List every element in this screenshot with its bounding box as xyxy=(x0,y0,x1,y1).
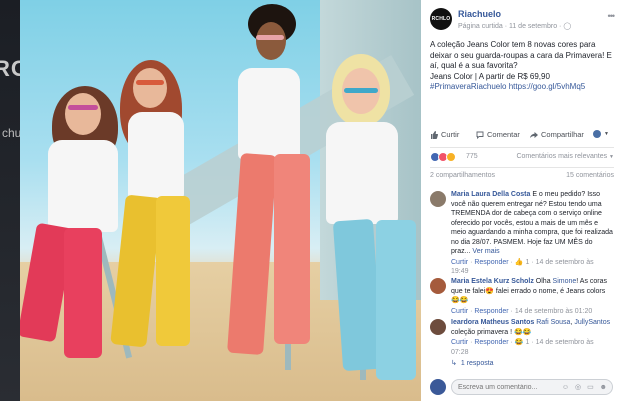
comments-count: 15 comentários xyxy=(566,172,614,179)
page-name-link[interactable]: Riachuelo xyxy=(458,9,501,19)
shares-count-link[interactable]: 2 compartilhamentos xyxy=(430,172,495,179)
comment-like-link[interactable]: Curtir xyxy=(451,308,468,315)
wow-reaction-icon[interactable] xyxy=(446,152,456,162)
comment-text: coleção primavera ! 😂😂 xyxy=(451,328,532,336)
post-meta-text: Página curtida · 11 de setembro · xyxy=(458,23,564,30)
post-actions: Curtir Comentar Compartilhar ▼ xyxy=(430,128,614,144)
post-header: RCHLO Riachuelo Página curtida · 11 de s… xyxy=(430,7,616,33)
see-more-link[interactable]: Ver mais xyxy=(472,248,499,255)
share-icon xyxy=(530,131,538,138)
reaction-count[interactable]: 775 xyxy=(466,153,478,160)
replies-label: 1 resposta xyxy=(460,359,494,367)
photo-scene xyxy=(20,0,421,401)
comments-sort-dropdown[interactable]: Comentários mais relevantes ▼ xyxy=(516,153,614,160)
comment-body: Maria Laura Della Costa E o meu pedido? … xyxy=(451,190,613,277)
url-link[interactable]: https://goo.gl/5vhMq5 xyxy=(509,82,586,91)
comment-text: Olha xyxy=(533,278,553,285)
caret-down-icon: ▼ xyxy=(604,131,609,137)
comment-author[interactable]: Maria Laura Della Costa xyxy=(451,191,530,198)
comment-meta: Curtir · Responder · 😂 1 · 14 de setembr… xyxy=(451,339,594,356)
commenter-avatar[interactable] xyxy=(430,191,446,207)
comment-text: E o meu pedido? Isso você não querem ent… xyxy=(451,191,613,255)
comment-label: Comentar xyxy=(487,130,520,139)
comment-mention[interactable]: JullySantos xyxy=(574,319,610,326)
divider xyxy=(430,167,614,168)
current-user-avatar xyxy=(430,379,446,395)
comments-sort-label: Comentários mais relevantes xyxy=(516,153,608,160)
post-text: A coleção Jeans Color tem 8 novas cores … xyxy=(430,40,614,93)
share-count-row: 2 compartilhamentos 15 comentários xyxy=(430,172,614,179)
comment-mention[interactable]: Simone xyxy=(553,278,577,285)
comment-meta: Curtir · Responder · 14 de setembro às 0… xyxy=(451,307,593,315)
comment-button[interactable]: Comentar xyxy=(476,130,520,139)
like-label: Curtir xyxy=(441,130,460,139)
post-panel: RCHLO Riachuelo Página curtida · 11 de s… xyxy=(421,0,620,401)
share-button[interactable]: Compartilhar xyxy=(530,130,584,139)
comment-meta: Curtir · Responder · 👍 1 · 14 de setembr… xyxy=(451,258,594,276)
hashtag-link[interactable]: #PrimaveraRiachuelo xyxy=(430,82,506,91)
comment-reply-link[interactable]: Responder xyxy=(474,259,508,266)
thumbs-up-icon xyxy=(431,130,438,139)
divider xyxy=(430,147,614,148)
reactions-row: 775 Comentários mais relevantes ▼ xyxy=(430,152,614,164)
post-photo[interactable]: RO chuelo xyxy=(0,0,421,401)
commenter-avatar[interactable] xyxy=(430,319,446,335)
profile-avatar-small xyxy=(593,130,601,138)
post-text-line: Jeans Color | A partir de R$ 69,90 xyxy=(430,71,550,81)
comment-icon xyxy=(476,131,484,139)
photo-dark-edge: RO chuelo xyxy=(0,0,37,401)
comment-author[interactable]: Maria Estela Kurz Scholz xyxy=(451,278,534,285)
view-replies-link[interactable]: ↳ 1 resposta xyxy=(451,359,494,368)
share-label: Compartilhar xyxy=(541,130,584,139)
post-text-line: A coleção Jeans Color tem 8 novas cores … xyxy=(430,40,612,70)
react-as-selector[interactable]: ▼ xyxy=(593,130,609,138)
more-options-icon[interactable]: ••• xyxy=(608,11,616,21)
comment-reply-link[interactable]: Responder xyxy=(474,339,508,346)
comment-like-link[interactable]: Curtir xyxy=(451,259,468,266)
write-comment-box: ☺ ◎ ▭ ☻ xyxy=(430,377,614,397)
comment-body: Maria Estela Kurz Scholz Olha Simone! As… xyxy=(451,277,613,316)
comment-reply-link[interactable]: Responder xyxy=(474,308,508,315)
globe-icon: ◯ xyxy=(563,23,572,30)
page-avatar[interactable]: RCHLO xyxy=(430,8,452,30)
comment-tools-icons[interactable]: ☺ ◎ ▭ ☻ xyxy=(562,383,609,391)
post-meta: Página curtida · 11 de setembro · ◯ xyxy=(458,22,571,30)
comment-body: Ieardora Matheus Santos Rafi Sousa, Jull… xyxy=(451,318,613,357)
comment-meta-rest: · 😂 1 · 14 de setembro às 07:28 xyxy=(451,339,594,356)
comment-meta-rest: · 14 de setembro às 01:20 xyxy=(508,307,593,315)
comment-meta-rest: · 👍 1 · 14 de setembro às 19:49 xyxy=(451,258,594,276)
comment-author[interactable]: Ieardora Matheus Santos xyxy=(451,319,534,326)
like-button[interactable]: Curtir xyxy=(430,130,459,139)
reply-arrow-icon: ↳ xyxy=(451,360,457,367)
commenter-avatar[interactable] xyxy=(430,278,446,294)
comment-mention[interactable]: Rafi Sousa xyxy=(536,319,570,326)
comment-like-link[interactable]: Curtir xyxy=(451,339,468,346)
caret-down-icon: ▼ xyxy=(609,154,614,160)
